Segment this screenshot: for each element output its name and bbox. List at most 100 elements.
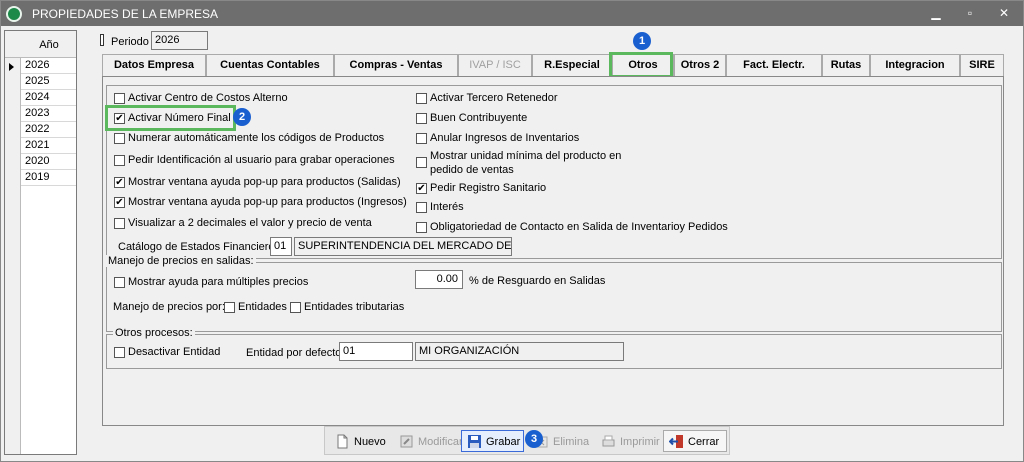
year-column-header: Año	[39, 39, 59, 51]
year-row[interactable]: 2025	[21, 74, 76, 90]
year-row[interactable]: 2020	[21, 154, 76, 170]
resguardo-input[interactable]: 0.00	[415, 270, 463, 289]
tab-sire[interactable]: SIRE	[960, 54, 1004, 76]
numerar-codigos-checkbox[interactable]	[114, 133, 125, 144]
tab-compras-ventas[interactable]: Compras - Ventas	[334, 54, 458, 76]
desactivar-entidad-label: Desactivar Entidad	[128, 346, 221, 358]
popup-ingresos-label: Mostrar ventana ayuda pop-up para produc…	[128, 196, 407, 208]
minimize-button[interactable]: ▁	[925, 4, 947, 23]
catalogo-name-field: SUPERINTENDENCIA DEL MERCADO DE VALORES	[294, 237, 512, 256]
entidad-code-field[interactable]: 01	[339, 342, 413, 361]
close-window-button[interactable]: ✕	[993, 4, 1015, 23]
otros-procesos-title: Otros procesos:	[113, 327, 195, 339]
properties-window: PROPIEDADES DE LA EMPRESA ▁ ▫ ✕ Año 2026…	[0, 0, 1024, 462]
anular-ingresos-checkbox[interactable]	[416, 133, 427, 144]
entidad-name-field: MI ORGANIZACIÓN	[415, 342, 624, 361]
tab-ivap-isc[interactable]: IVAP / ISC	[458, 54, 532, 76]
desactivar-entidad-checkbox[interactable]	[114, 347, 125, 358]
otros-tab-highlight	[609, 52, 673, 78]
tercero-retenedor-checkbox[interactable]	[416, 93, 427, 104]
periodo-label: Periodo	[111, 36, 149, 48]
buen-contribuyente-label: Buen Contribuyente	[430, 112, 528, 124]
modificar-button[interactable]: Modificar	[393, 430, 463, 452]
pedir-identificacion-checkbox[interactable]	[114, 155, 125, 166]
popup-salidas-checkbox[interactable]: ✔	[114, 177, 125, 188]
exit-door-icon	[669, 435, 683, 448]
tab-r-especial[interactable]: R.Especial	[532, 54, 612, 76]
entidades-tributarias-checkbox[interactable]	[290, 302, 301, 313]
year-row[interactable]: 2019	[21, 170, 76, 186]
elimina-label: Elimina	[553, 436, 590, 448]
tab-datos-empresa[interactable]: Datos Empresa	[102, 54, 206, 76]
cerrar-button[interactable]: Cerrar	[663, 430, 727, 452]
year-row[interactable]: 2024	[21, 90, 76, 106]
row-selector-gutter	[5, 31, 21, 454]
entidades-label: Entidades	[238, 301, 287, 313]
new-document-icon	[337, 434, 348, 449]
periodo-indicator	[100, 34, 104, 46]
year-row[interactable]: 2026	[21, 58, 76, 74]
grabar-label: Grabar	[486, 436, 521, 448]
buen-contribuyente-checkbox[interactable]	[416, 113, 427, 124]
ayuda-multiples-precios-checkbox[interactable]	[114, 277, 125, 288]
grabar-button[interactable]: Grabar	[461, 430, 524, 452]
tab-content-otros: Activar Centro de Costos Alterno ✔ Activ…	[102, 76, 1004, 426]
tab-integracion[interactable]: Integracion	[870, 54, 960, 76]
anular-ingresos-label: Anular Ingresos de Inventarios	[430, 132, 580, 144]
obligatoriedad-contacto-checkbox[interactable]	[416, 222, 427, 233]
precios-group	[106, 262, 1002, 332]
modificar-label: Modificar	[418, 436, 463, 448]
maximize-button[interactable]: ▫	[959, 4, 981, 23]
year-row[interactable]: 2023	[21, 106, 76, 122]
ayuda-multiples-precios-label: Mostrar ayuda para múltiples precios	[128, 276, 309, 288]
numerar-codigos-label: Numerar automáticamente los códigos de P…	[128, 132, 385, 144]
manejo-precios-label: Manejo de precios por:	[113, 301, 225, 313]
resguardo-label: % de Resguardo en Salidas	[469, 275, 606, 287]
step-badge: 2	[233, 108, 251, 126]
catalogo-label: Catálogo de Estados Financieros	[118, 241, 281, 253]
numero-final-highlight	[105, 105, 236, 131]
save-disk-icon	[468, 435, 481, 448]
cerrar-label: Cerrar	[688, 436, 720, 448]
imprimir-label: Imprimir	[620, 436, 660, 448]
tab-cuentas-contables[interactable]: Cuentas Contables	[206, 54, 334, 76]
printer-icon	[602, 435, 615, 447]
tab-rutas[interactable]: Rutas	[822, 54, 870, 76]
imprimir-button[interactable]: Imprimir	[595, 430, 661, 452]
popup-salidas-label: Mostrar ventana ayuda pop-up para produc…	[128, 176, 401, 188]
app-logo-icon	[6, 6, 22, 22]
step-badge: 1	[633, 32, 651, 50]
tab-strip: Datos Empresa Cuentas Contables Compras …	[102, 54, 1004, 76]
tab-fact-electr[interactable]: Fact. Electr.	[726, 54, 822, 76]
dos-decimales-label: Visualizar a 2 decimales el valor y prec…	[128, 217, 372, 229]
dos-decimales-checkbox[interactable]	[114, 218, 125, 229]
obligatoriedad-contacto-label: Obligatoriedad de Contacto en Salida de …	[430, 221, 728, 233]
interes-checkbox[interactable]	[416, 202, 427, 213]
catalogo-code-field[interactable]: 01	[270, 237, 292, 256]
unidad-minima-checkbox[interactable]	[416, 157, 427, 168]
periodo-field: 2026	[151, 31, 208, 50]
interes-label: Interés	[430, 201, 464, 213]
entidades-checkbox[interactable]	[224, 302, 235, 313]
title-bar: PROPIEDADES DE LA EMPRESA ▁ ▫ ✕	[1, 1, 1023, 26]
registro-sanitario-checkbox[interactable]: ✔	[416, 183, 427, 194]
window-title: PROPIEDADES DE LA EMPRESA	[32, 7, 219, 21]
entidades-tributarias-label: Entidades tributarias	[304, 301, 405, 313]
edit-icon	[400, 435, 413, 448]
precios-group-title: Manejo de precios en salidas:	[106, 255, 256, 267]
unidad-minima-label-line2: pedido de ventas	[430, 164, 514, 176]
year-row[interactable]: 2021	[21, 138, 76, 154]
activar-centro-costos-checkbox[interactable]	[114, 93, 125, 104]
year-grid[interactable]: Año 2026 2025 2024 2023 2022 2021 2020 2…	[4, 30, 77, 455]
nuevo-button[interactable]: Nuevo	[329, 430, 389, 452]
pedir-identificacion-label: Pedir Identificación al usuario para gra…	[128, 154, 395, 166]
year-row[interactable]: 2022	[21, 122, 76, 138]
activar-centro-costos-label: Activar Centro de Costos Alterno	[128, 92, 288, 104]
registro-sanitario-label: Pedir Registro Sanitario	[430, 182, 547, 194]
tercero-retenedor-label: Activar Tercero Retenedor	[430, 92, 558, 104]
popup-ingresos-checkbox[interactable]: ✔	[114, 197, 125, 208]
step-badge: 3	[525, 430, 543, 448]
tab-otros-2[interactable]: Otros 2	[674, 54, 726, 76]
entidad-defecto-label: Entidad por defecto	[246, 347, 342, 359]
unidad-minima-label-line1: Mostrar unidad mínima del producto en	[430, 150, 622, 162]
